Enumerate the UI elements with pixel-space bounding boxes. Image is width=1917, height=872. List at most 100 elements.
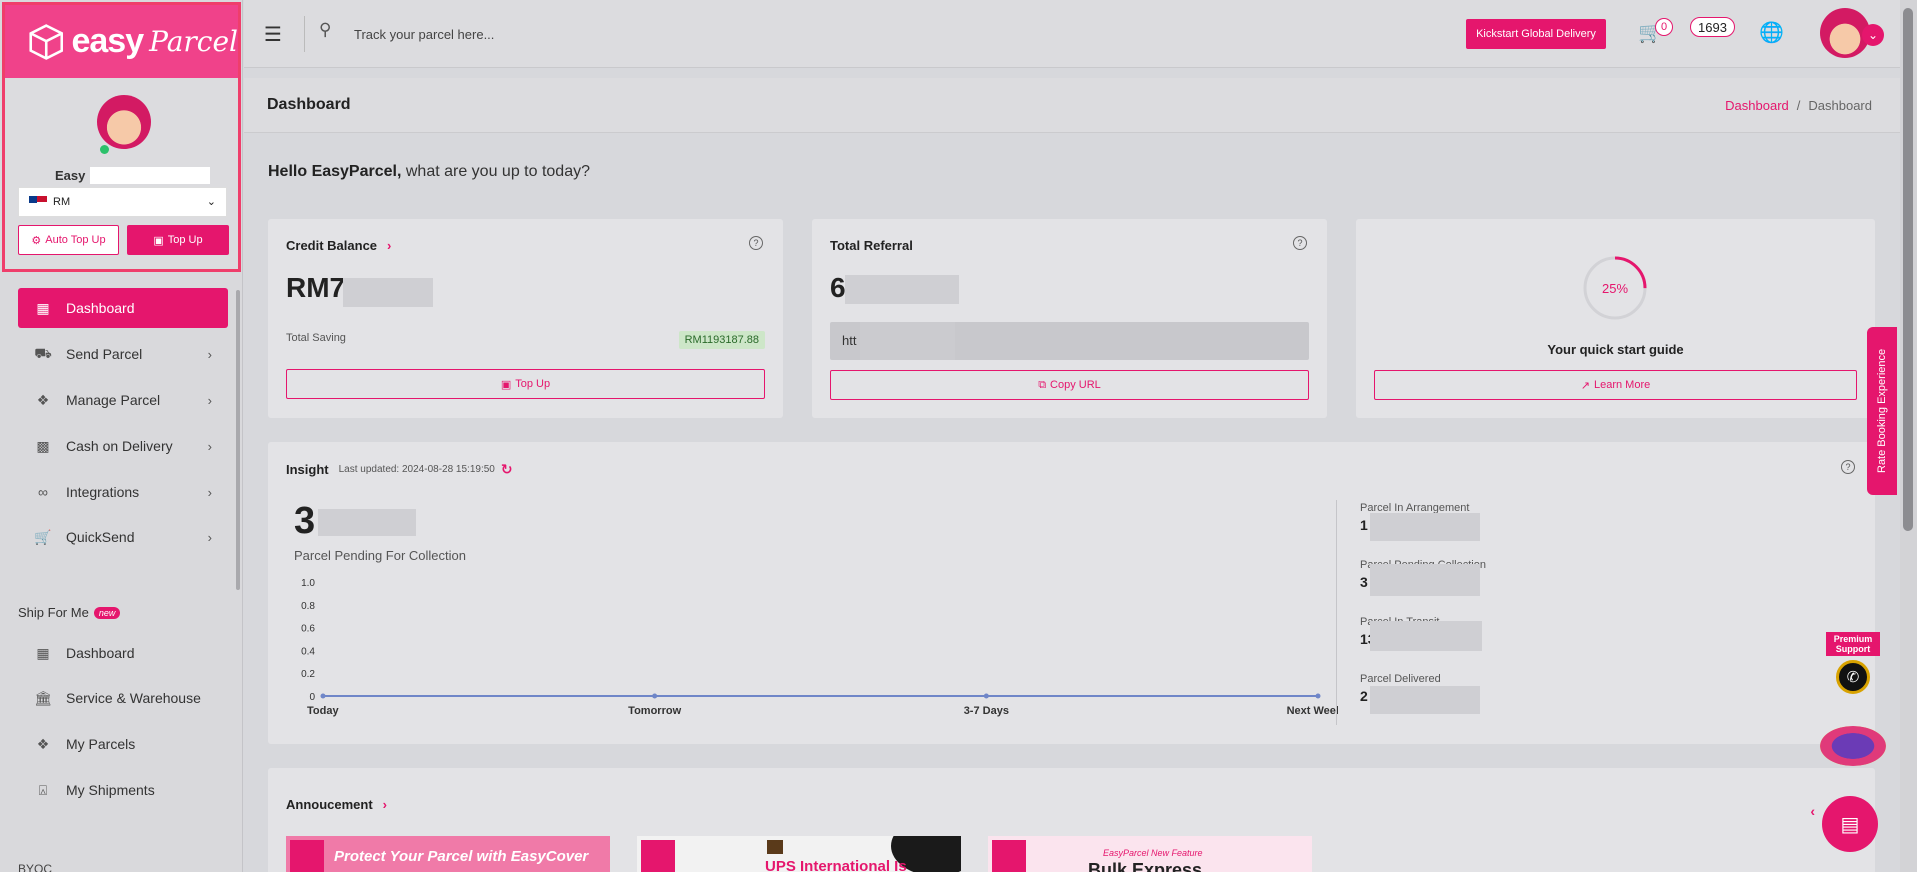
ship-for-me-title: Ship For Me new [18,605,121,620]
malaysia-flag-icon [29,196,47,208]
divider [1336,500,1337,725]
data-point [320,693,326,699]
chat-bubble-icon: ▤ [1840,813,1860,836]
breadcrumb-separator: / [1796,98,1801,113]
breadcrumb-link[interactable]: Dashboard [1725,98,1789,113]
copy-url-button[interactable]: ⧉ Copy URL [830,370,1309,400]
sidebar-item-dashboard[interactable]: ▦ Dashboard [18,288,228,328]
insight-header: Insight Last updated: 2024-08-28 15:19:5… [286,461,513,478]
announcement-banner[interactable]: Protect Your Parcel with EasyCover [286,836,610,872]
rate-booking-experience-label: Rate Booking Experience [1876,348,1888,474]
sidebar-item-manage-parcel[interactable]: ❖ Manage Parcel › [18,380,228,420]
topup-button[interactable]: ▣ Top Up [127,225,229,255]
auto-topup-label: Auto Top Up [45,234,106,246]
y-tick-label: 0 [309,692,315,703]
redaction-mask [318,509,416,536]
announcement-card: Annoucement › ‹ Protect Your Parcel with… [268,768,1875,872]
credit-balance-card: Credit Balance › ? RM7 Total Saving RM11… [268,219,783,418]
premium-support-widget[interactable]: Premium Support ✆ [1826,632,1880,694]
sidebar-item-quicksend[interactable]: 🛒 QuickSend › [18,517,228,557]
shipment-icon: ⍓ [38,781,48,798]
data-point [983,693,989,699]
chevron-down-icon[interactable]: ⌄ [1862,24,1884,46]
refresh-icon[interactable]: ↻ [501,461,513,478]
logo-text: easy [71,22,144,60]
chevron-right-icon: › [207,438,212,454]
announcement-banner[interactable]: EasyParcel New Feature Bulk Express [988,836,1312,872]
logo-bar[interactable]: easy Parcel [5,5,238,78]
whatsapp-icon: ✆ [1836,660,1870,694]
sidebar-item-service-warehouse[interactable]: 🏛 Service & Warehouse [18,678,228,718]
sidebar-item-my-shipments[interactable]: ⍓ My Shipments [18,770,228,810]
track-parcel-search-input[interactable] [354,22,854,46]
announcement-title-link[interactable]: Annoucement › [286,797,387,812]
avatar[interactable] [97,95,151,149]
redaction-mask [1370,686,1480,714]
help-icon[interactable]: ? [1293,236,1307,250]
x-tick-label: Tomorrow [628,705,681,717]
referral-count: 6 [830,272,846,303]
credit-balance-title[interactable]: Credit Balance › [286,238,391,253]
y-tick-label: 0.6 [301,624,315,635]
topbar: ☰ ⚲ Kickstart Global Delivery 🛒 0 1693 🌐… [244,0,1900,68]
brand-mark-icon [641,840,675,872]
sidebar-item-sfm-dashboard[interactable]: ▦ Dashboard [18,633,228,673]
sidebar-item-cash-on-delivery[interactable]: ▩ Cash on Delivery › [18,426,228,466]
stat-label: Parcel Delivered [1360,673,1441,685]
promo-badge-icon[interactable] [1820,726,1886,766]
chevron-right-icon: › [207,392,212,408]
sidebar-item-label: My Shipments [66,782,155,798]
help-icon[interactable]: ? [1841,460,1855,474]
y-tick-label: 0.8 [301,601,315,612]
sidebar-item-send-parcel[interactable]: ⛟ Send Parcel › [18,334,228,374]
carousel-prev-icon[interactable]: ‹ [1810,803,1815,819]
dashboard-icon: ▦ [36,644,50,661]
insight-card: Insight Last updated: 2024-08-28 15:19:5… [268,442,1875,744]
quick-start-guide-card: 25% Your quick start guide ↗ Learn More [1356,219,1875,418]
main-scrollbar[interactable] [1903,8,1913,531]
sidebar-scrollbar[interactable] [236,290,240,590]
banner-text: UPS International Is [765,858,907,872]
premium-support-label: Premium Support [1826,632,1880,656]
redaction-mask [845,275,959,304]
stat-value: 2 [1360,688,1368,704]
sidebar-item-my-parcels[interactable]: ❖ My Parcels [18,724,228,764]
learn-more-label: Learn More [1593,379,1651,391]
chevron-right-icon: › [207,346,212,362]
sidebar-item-label: My Parcels [66,736,136,752]
y-tick-label: 0.4 [301,646,315,657]
globe-icon[interactable]: 🌐 [1759,20,1784,45]
boxes-icon: ❖ [36,735,50,752]
logo-script: Parcel [149,25,238,58]
learn-more-button[interactable]: ↗ Learn More [1374,370,1857,400]
chevron-right-icon: › [382,797,388,812]
box-logo-icon [29,23,64,60]
data-point [652,693,658,699]
hamburger-menu-icon[interactable]: ☰ [264,22,282,47]
x-tick-label: 3-7 Days [964,705,1009,717]
sidebar-item-integrations[interactable]: ∞ Integrations › [18,472,228,512]
sidebar-item-label: Manage Parcel [66,392,161,408]
announcement-banner[interactable]: UPS International Is [637,836,961,872]
brand-mark-icon [992,840,1026,872]
user-name: Easy [55,168,86,183]
pending-collection-label: Parcel Pending For Collection [294,548,466,563]
warehouse-icon: 🏛 [34,689,52,706]
total-referral-card: Total Referral ? 6 htt ⧉ Copy URL [812,219,1327,418]
y-tick-label: 1.0 [301,578,315,589]
topup-button[interactable]: ▣ Top Up [286,369,765,399]
chat-button[interactable]: ▤ [1822,796,1878,852]
kickstart-global-delivery-button[interactable]: Kickstart Global Delivery [1466,19,1606,49]
copy-icon: ⧉ [1038,378,1047,391]
auto-topup-button[interactable]: ⚙ Auto Top Up [18,225,119,255]
brand-mark-icon [290,840,324,872]
currency-select[interactable]: RM ⌄ [18,187,227,217]
notification-count-badge[interactable]: 1693 [1690,17,1735,37]
banner-caption: EasyParcel New Feature [1103,848,1203,858]
sidebar-item-label: Service & Warehouse [66,690,201,706]
total-referral-title: Total Referral [830,238,913,253]
total-saving-label: Total Saving [286,332,346,344]
currency-value: RM [53,196,71,208]
boxes-icon: ❖ [36,391,50,408]
help-icon[interactable]: ? [749,236,763,250]
